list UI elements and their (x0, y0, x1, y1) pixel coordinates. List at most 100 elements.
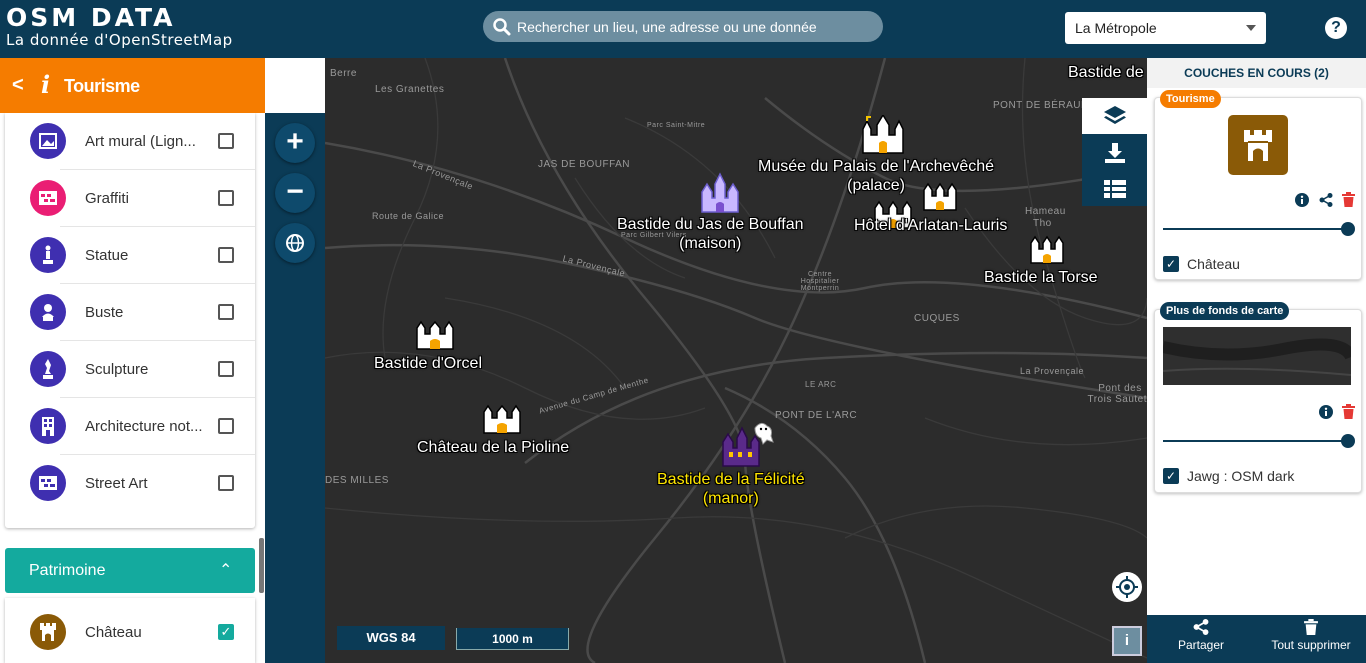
trash-icon[interactable] (1342, 404, 1355, 419)
poi-name: Musée du Palais de l'Archevêché (758, 158, 995, 175)
list-item[interactable]: Sculpture (5, 341, 255, 398)
castle-marker-icon[interactable] (414, 315, 456, 351)
map-place-label: CUQUES (914, 313, 960, 324)
list-item[interactable]: Street Art (5, 455, 255, 512)
list-item[interactable]: Graffiti (5, 170, 255, 227)
layer-checkbox[interactable] (218, 190, 234, 206)
list-item[interactable]: Buste (5, 284, 255, 341)
back-icon[interactable]: < (12, 74, 24, 97)
map-place-label: DES MILLES (325, 475, 389, 486)
slider-knob[interactable] (1341, 434, 1355, 448)
locate-button[interactable] (1112, 572, 1142, 602)
delete-all-button[interactable]: Tout supprimer (1267, 619, 1355, 652)
theme-panel-header: < i Tourisme << (0, 58, 265, 113)
territory-select-value: La Métropole (1075, 20, 1157, 36)
slider-knob[interactable] (1341, 222, 1355, 236)
map-tools (1082, 98, 1147, 206)
section-title: Patrimoine (29, 562, 106, 579)
map-controls: + − (265, 113, 325, 663)
castle-marker-icon[interactable] (699, 172, 741, 214)
table-button[interactable] (1082, 172, 1147, 206)
download-button[interactable] (1082, 136, 1147, 170)
map-canvas[interactable]: Les Granettes Berre Parc Saint-Mitre JAS… (325, 58, 1147, 663)
search-placeholder: Rechercher un lieu, une adresse ou une d… (517, 18, 817, 35)
globe-icon (286, 234, 304, 252)
projection-label: WGS 84 (337, 626, 445, 650)
poi-label[interactable]: Bastide la Torse (984, 268, 1098, 287)
map-place-label: Hameau (1025, 206, 1066, 217)
layer-card: Plus de fonds de carte ✓ Jawg : OSM dark (1154, 302, 1362, 493)
list-item-label: Sculpture (85, 361, 149, 378)
castle-marker-icon[interactable] (859, 115, 911, 155)
haunted-castle-marker-icon[interactable] (721, 420, 775, 468)
trash-icon[interactable] (1342, 192, 1355, 207)
attribution-info-button[interactable]: i (1112, 626, 1142, 656)
scrollbar[interactable] (259, 538, 264, 593)
crosshair-icon (1116, 576, 1138, 598)
trash-icon (1304, 619, 1318, 635)
zoom-in-button[interactable]: + (275, 123, 315, 163)
poi-label[interactable]: Musée du Palais de l'Archevêché (palace) (758, 157, 994, 195)
poi-label[interactable]: Bastide de (1068, 63, 1144, 82)
map-place-label: Berre (330, 68, 357, 79)
layers-button[interactable] (1082, 98, 1147, 134)
chevron-down-icon (1246, 25, 1256, 31)
list-item[interactable]: Architecture not... (5, 398, 255, 455)
poi-label[interactable]: Bastide d'Orcel (374, 354, 482, 373)
castle-marker-icon[interactable] (481, 399, 523, 435)
layer-visibility-checkbox[interactable]: ✓ (1163, 256, 1179, 272)
bust-icon (30, 294, 66, 330)
logo-title[interactable]: OSM DATA (6, 5, 175, 31)
layer-visibility-checkbox[interactable]: ✓ (1163, 468, 1179, 484)
layer-checkbox[interactable] (218, 361, 234, 377)
globe-button[interactable] (275, 223, 315, 263)
poi-name: Bastide du Jas de Bouffan (617, 216, 804, 233)
layers-panel: COUCHES EN COURS (2) Tourisme ✓ Château … (1147, 58, 1366, 663)
share-label: Partager (1177, 638, 1225, 652)
info-icon[interactable]: i (41, 70, 50, 99)
layer-checkbox[interactable] (218, 304, 234, 320)
opacity-slider[interactable] (1163, 434, 1355, 448)
poi-label[interactable]: Hôtel d'Arlatan-Lauris (854, 216, 1007, 235)
list-item[interactable]: Statue (5, 227, 255, 284)
scale-bar: 1000 m (456, 628, 569, 650)
info-icon[interactable] (1319, 405, 1333, 419)
opacity-slider[interactable] (1163, 222, 1355, 236)
table-icon (1103, 180, 1126, 198)
info-icon[interactable] (1295, 193, 1309, 207)
list-item-label: Graffiti (85, 190, 129, 207)
poi-name: Bastide de (1068, 64, 1144, 81)
share-button[interactable]: Partager (1177, 619, 1225, 652)
layer-checkbox-checked[interactable]: ✓ (218, 624, 234, 640)
poi-label[interactable]: Château de la Pioline (417, 438, 569, 457)
layer-checkbox[interactable] (218, 247, 234, 263)
list-item-label: Château (85, 624, 142, 641)
map-place-label: Centre Hospitalier Montperrin (800, 271, 840, 292)
list-item[interactable]: Château ✓ (5, 598, 255, 663)
layers-panel-footer: Partager Tout supprimer (1147, 615, 1366, 663)
layer-checkbox[interactable] (218, 133, 234, 149)
help-button[interactable]: ? (1325, 17, 1347, 39)
castle-icon (30, 614, 66, 650)
map-place-label: JAS DE BOUFFAN (538, 159, 631, 170)
list-item[interactable]: Art mural (Lign... (5, 113, 255, 170)
castle-marker-icon[interactable] (1028, 231, 1068, 265)
layer-checkbox[interactable] (218, 475, 234, 491)
delete-all-label: Tout supprimer (1271, 638, 1351, 652)
layer-card: Tourisme ✓ Château (1154, 90, 1362, 280)
poi-label[interactable]: Bastide du Jas de Bouffan (maison) (617, 215, 804, 253)
layer-name: Jawg : OSM dark (1187, 468, 1295, 484)
poi-name: Bastide la Torse (984, 269, 1098, 286)
layer-checkbox[interactable] (218, 418, 234, 434)
poi-label[interactable]: Bastide de la Félicité (manor) (657, 470, 805, 508)
share-icon[interactable] (1319, 193, 1333, 207)
graffiti-icon (30, 180, 66, 216)
territory-select[interactable]: La Métropole (1065, 12, 1266, 44)
map-place-label: Route de Galice (372, 211, 445, 221)
section-header-patrimoine[interactable]: Patrimoine ⌃ (5, 548, 255, 593)
theme-panel: < i Tourisme << Art mural (Lign... Graff… (0, 58, 265, 663)
map-place-label: PONT DE L'ARC (775, 410, 858, 421)
mural-icon (30, 123, 66, 159)
search-input[interactable]: Rechercher un lieu, une adresse ou une d… (483, 11, 883, 42)
zoom-out-button[interactable]: − (275, 173, 315, 213)
